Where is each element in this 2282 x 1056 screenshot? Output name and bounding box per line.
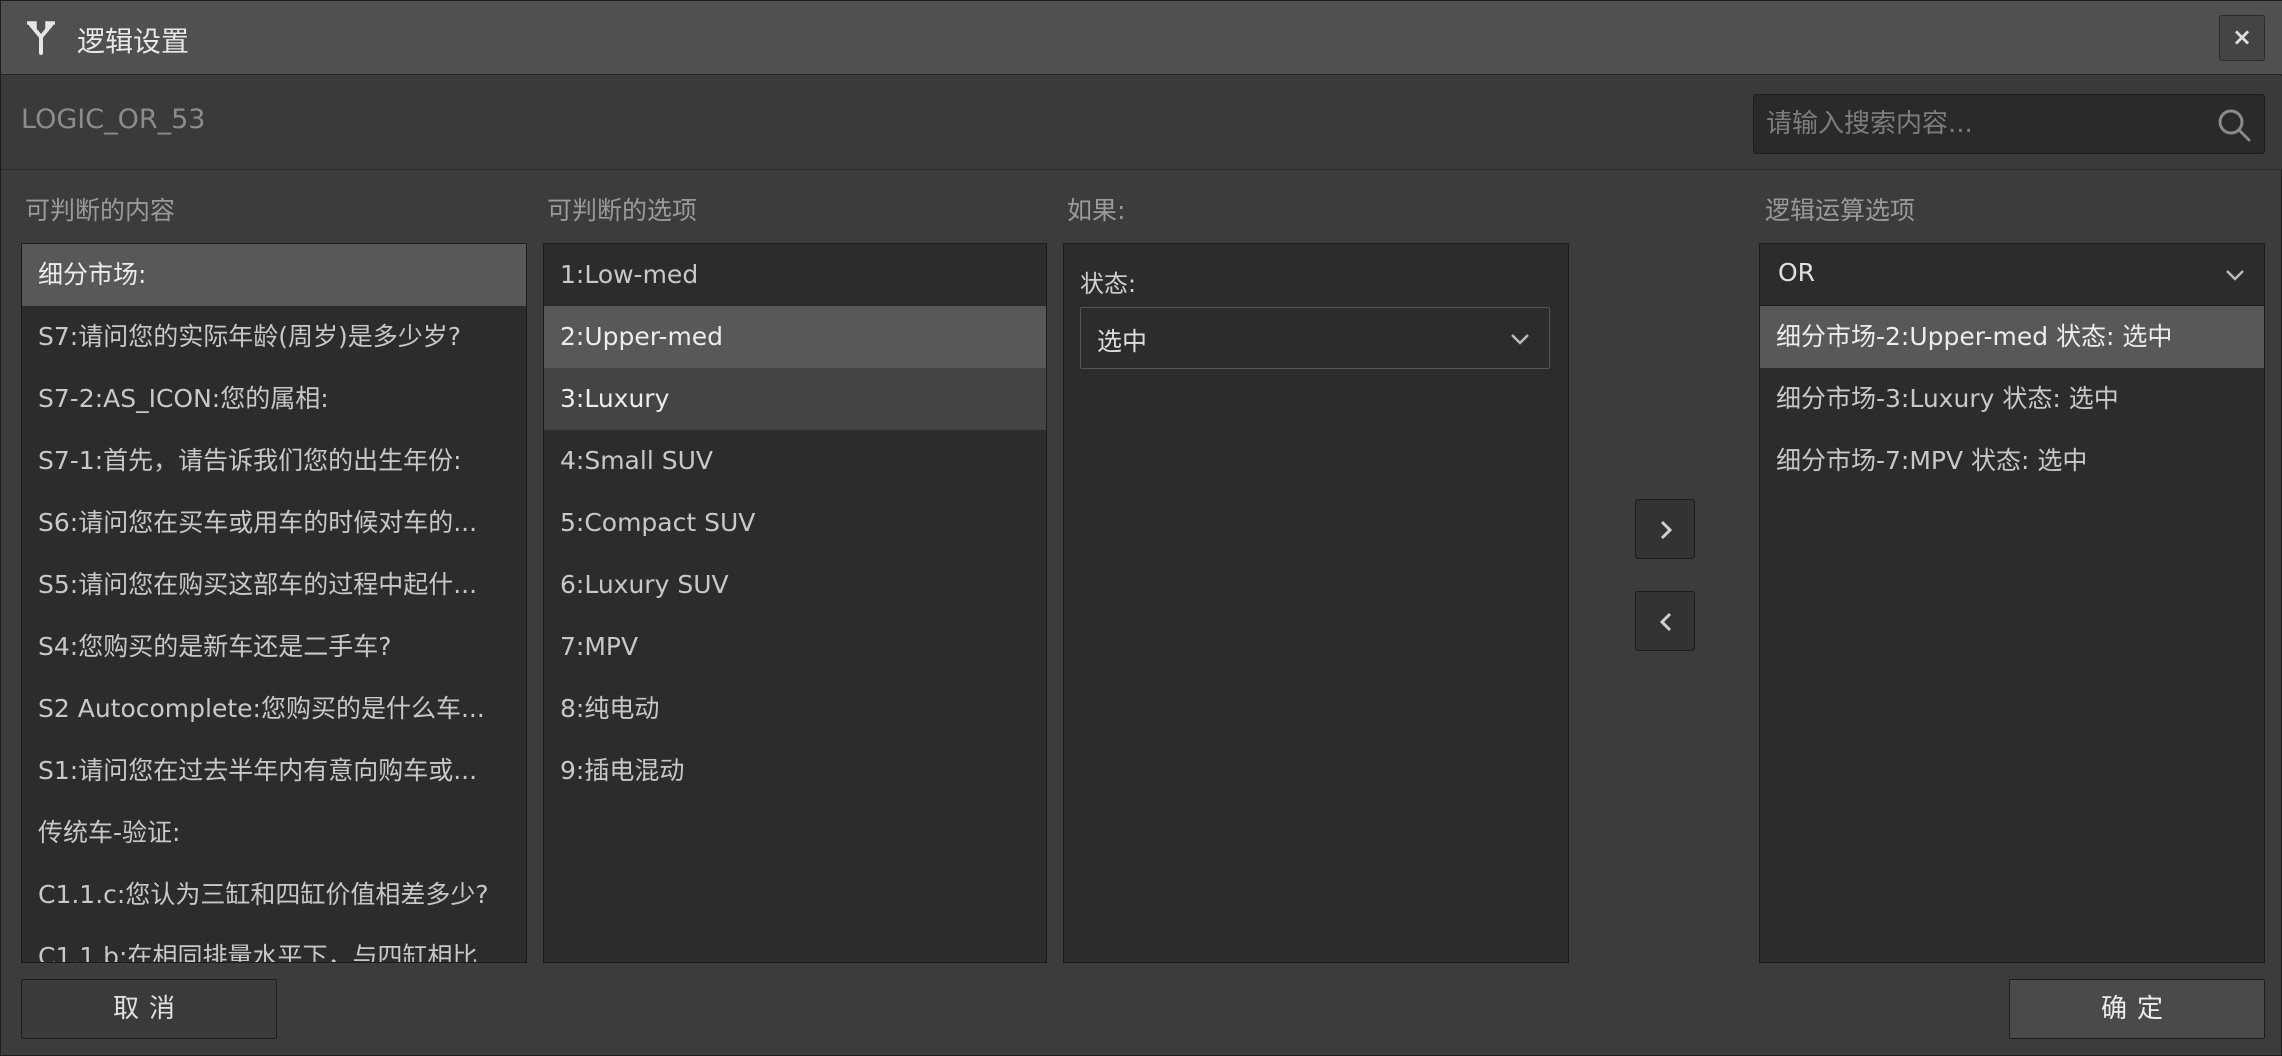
option-item[interactable]: 6:Luxury SUV — [544, 554, 1046, 616]
logic-settings-dialog: 逻辑设置 × LOGIC_OR_53 可判断的内容 可判断的选项 如果: 逻辑运… — [0, 0, 2282, 1056]
content-item[interactable]: S4:您购买的是新车还是二手车? — [22, 616, 526, 678]
content-list: 细分市场: S7:请问您的实际年龄(周岁)是多少岁? S7-2:AS_ICON:… — [21, 243, 527, 963]
if-column-label: 如果: — [1067, 196, 1126, 225]
option-item[interactable]: 5:Compact SUV — [544, 492, 1046, 554]
logic-branch-icon — [27, 21, 55, 55]
condition-panel: 状态: 选中 — [1063, 243, 1569, 963]
remove-rule-button[interactable] — [1635, 591, 1695, 651]
close-button[interactable]: × — [2219, 15, 2265, 61]
search-input[interactable] — [1766, 103, 2196, 145]
option-item[interactable]: 1:Low-med — [544, 244, 1046, 306]
content-item[interactable]: S5:请问您在购买这部车的过程中起什... — [22, 554, 526, 616]
content-item[interactable]: 细分市场: — [22, 244, 526, 306]
content-item[interactable]: S1:请问您在过去半年内有意向购车或... — [22, 740, 526, 802]
option-item[interactable]: 8:纯电动 — [544, 678, 1046, 740]
rule-item[interactable]: 细分市场-3:Luxury 状态: 选中 — [1760, 368, 2264, 430]
search-box — [1753, 94, 2265, 154]
rule-item[interactable]: 细分市场-7:MPV 状态: 选中 — [1760, 430, 2264, 492]
search-icon[interactable] — [2216, 107, 2252, 143]
ok-button[interactable]: 确定 — [2009, 979, 2265, 1039]
logic-header-bar: LOGIC_OR_53 — [1, 76, 2282, 170]
option-item[interactable]: 4:Small SUV — [544, 430, 1046, 492]
options-column-label: 可判断的选项 — [547, 196, 698, 225]
chevron-right-icon — [1660, 520, 1673, 540]
option-item[interactable]: 2:Upper-med — [544, 306, 1046, 368]
rule-item[interactable]: 细分市场-2:Upper-med 状态: 选中 — [1760, 306, 2264, 368]
operator-value: OR — [1778, 258, 1816, 287]
options-list: 1:Low-med 2:Upper-med 3:Luxury 4:Small S… — [543, 243, 1047, 963]
option-item[interactable]: 7:MPV — [544, 616, 1046, 678]
content-item[interactable]: 传统车-验证: — [22, 802, 526, 864]
content-item[interactable]: S7:请问您的实际年龄(周岁)是多少岁? — [22, 306, 526, 368]
state-select[interactable]: 选中 — [1080, 307, 1550, 369]
option-item[interactable]: 3:Luxury — [544, 368, 1046, 430]
chevron-down-icon — [2226, 270, 2244, 281]
dialog-title: 逻辑设置 — [77, 25, 190, 58]
cancel-button[interactable]: 取消 — [21, 979, 277, 1039]
operator-column-label: 逻辑运算选项 — [1765, 196, 1916, 225]
state-value: 选中 — [1097, 327, 1148, 356]
content-item[interactable]: C1.1.c:您认为三缸和四缸价值相差多少? — [22, 864, 526, 926]
content-item[interactable]: C1.1.b:在相同排量水平下，与四缸相比 — [22, 926, 526, 962]
content-column-label: 可判断的内容 — [25, 196, 176, 225]
title-bar: 逻辑设置 × — [1, 1, 2282, 75]
logic-name: LOGIC_OR_53 — [21, 104, 206, 135]
content-item[interactable]: S2 Autocomplete:您购买的是什么车... — [22, 678, 526, 740]
option-item[interactable]: 9:插电混动 — [544, 740, 1046, 802]
add-rule-button[interactable] — [1635, 499, 1695, 559]
operator-select[interactable]: OR — [1760, 244, 2264, 306]
chevron-down-icon — [1511, 334, 1529, 345]
operator-panel: OR 细分市场-2:Upper-med 状态: 选中 细分市场-3:Luxury… — [1759, 243, 2265, 963]
close-icon: × — [2231, 23, 2253, 51]
state-label: 状态: — [1080, 270, 1137, 298]
content-item[interactable]: S7-2:AS_ICON:您的属相: — [22, 368, 526, 430]
content-item[interactable]: S6:请问您在买车或用车的时候对车的... — [22, 492, 526, 554]
chevron-left-icon — [1659, 612, 1672, 632]
content-item[interactable]: S7-1:首先，请告诉我们您的出生年份: — [22, 430, 526, 492]
